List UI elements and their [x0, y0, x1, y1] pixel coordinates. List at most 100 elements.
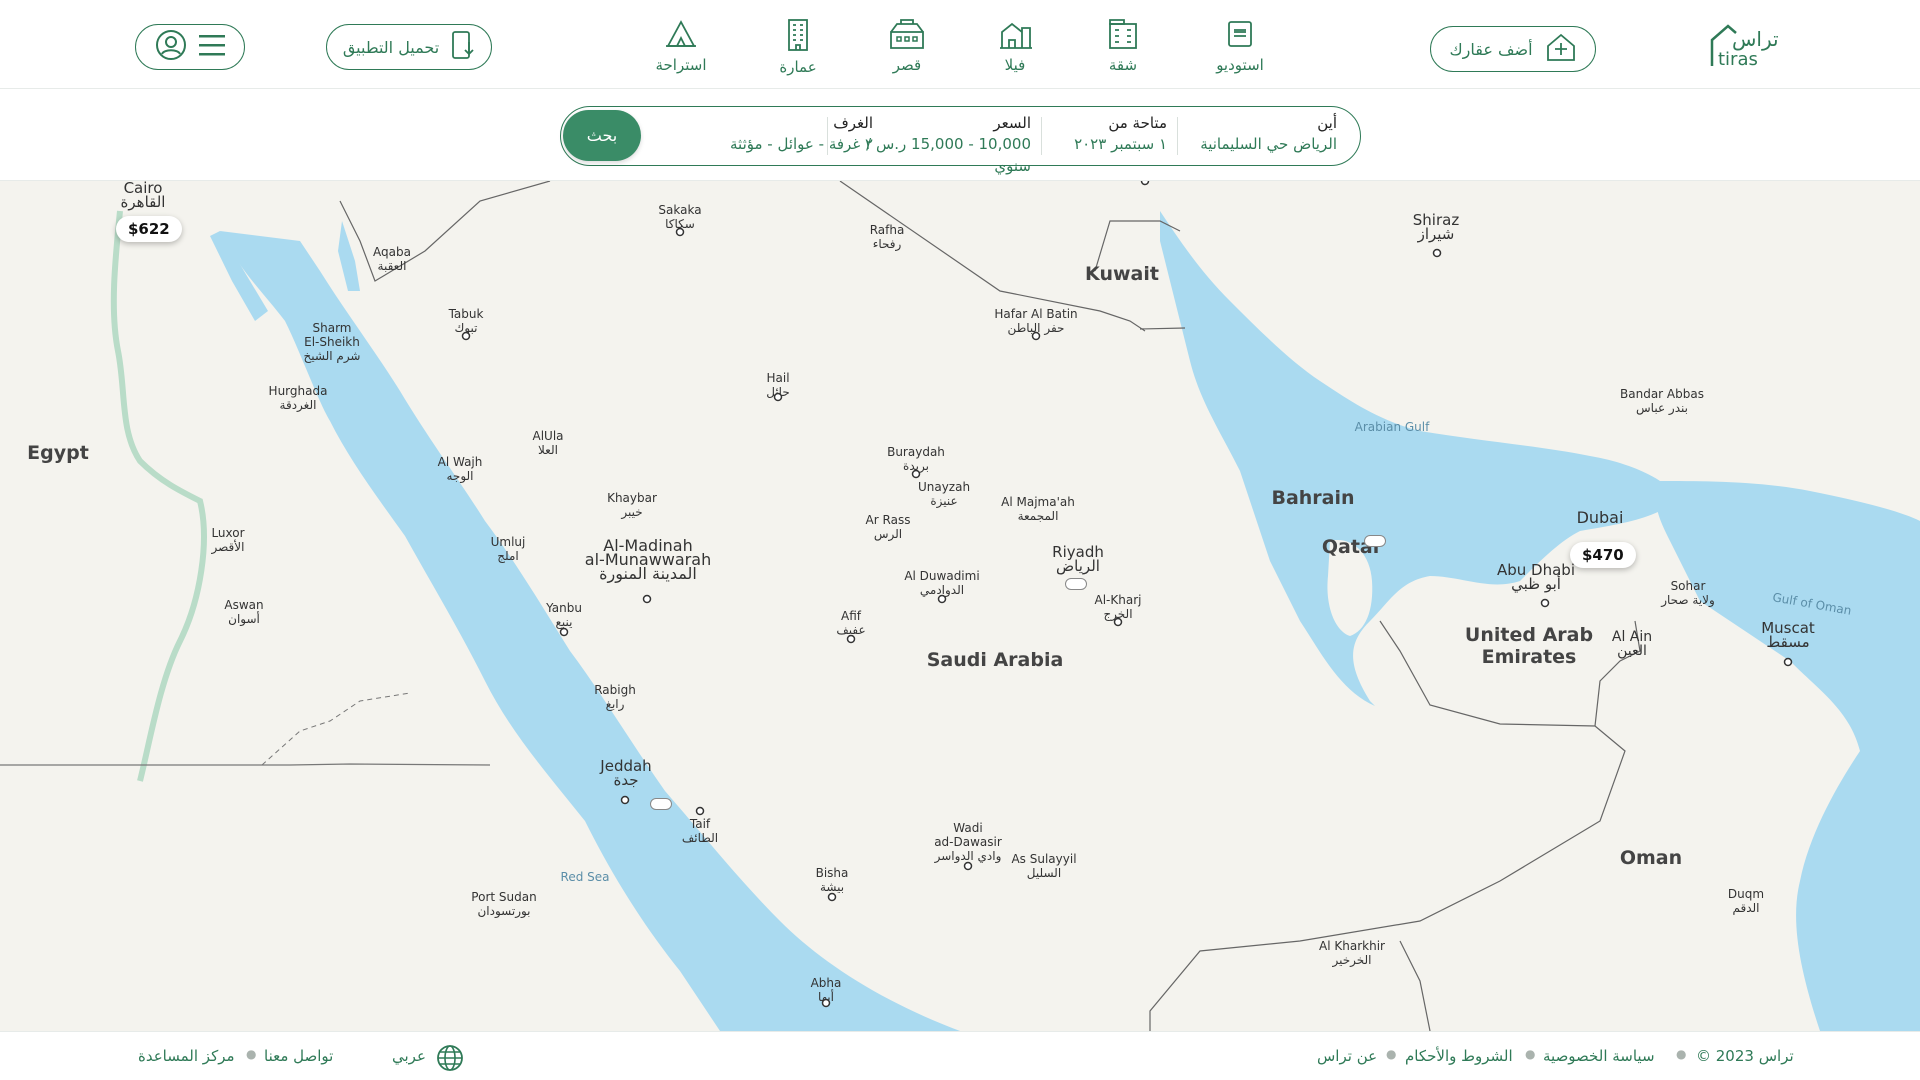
category-palace[interactable]: قصر: [862, 18, 952, 74]
map-label-riyadh: Riyadh الرياض: [1052, 543, 1104, 575]
map-label-jeddah: Jeddah جدة: [600, 757, 652, 789]
map-label-al-duwadimi: Al Duwadimi الدوادمي: [904, 569, 980, 597]
phone-download-icon: [451, 30, 475, 64]
category-label: استراحة: [655, 56, 707, 74]
footer-contact-link[interactable]: تواصل معنا: [264, 1047, 333, 1065]
footer-about-link[interactable]: عن تراس: [1317, 1047, 1377, 1065]
map-label-rabigh: Rabigh رابغ: [594, 683, 636, 711]
category-label: استوديو: [1216, 56, 1264, 74]
divider: [827, 117, 828, 155]
footer-privacy-link[interactable]: سياسة الخصوصية: [1543, 1047, 1655, 1065]
category-studio[interactable]: استوديو: [1195, 18, 1285, 74]
footer-separator: ●: [1386, 1047, 1397, 1061]
palace-icon: [862, 18, 952, 50]
map-label-al-wajh: Al Wajh الوجه: [437, 455, 483, 483]
map-label-bisha: Bisha بيشة: [815, 866, 849, 894]
map-label-oman: Oman: [1619, 847, 1683, 869]
map-label-bandar-abbas: Bandar Abbas بندر عباس: [1620, 387, 1704, 415]
map-label-abha: Abha أبها: [810, 976, 842, 1004]
map-label-ar-rass: Ar Rass الرس: [865, 513, 911, 541]
map-base: [0, 181, 1920, 1031]
search-button[interactable]: بحث: [563, 110, 641, 161]
map-label-sohar: Sohar ولاية صحار: [1661, 579, 1715, 607]
map-label-al-ain: Al Ain العين: [1611, 629, 1653, 659]
globe-icon[interactable]: [436, 1044, 464, 1076]
category-apartment[interactable]: شقة: [1078, 18, 1168, 74]
price-filter-value: 10,000 - 15,000 ر.س / سنوي: [866, 135, 1031, 175]
map-price-pin[interactable]: $622: [116, 216, 182, 242]
footer-help-center-link[interactable]: مركز المساعدة: [138, 1047, 235, 1065]
map-price-pin[interactable]: $470: [1570, 542, 1636, 568]
map-label-afif: Afif عفيف: [836, 609, 866, 637]
map-label-alula: AlUla العلا: [532, 429, 564, 457]
map-label-al-kharj: Al-Kharj الخرج: [1094, 593, 1142, 621]
map-label-umluj: Umluj املج: [490, 535, 526, 563]
footer-separator: ●: [1676, 1047, 1687, 1061]
divider: [1041, 117, 1042, 155]
price-filter-label: السعر: [993, 114, 1031, 132]
divider: [1177, 117, 1178, 155]
tiras-logo[interactable]: تراس tiras: [1708, 20, 1786, 70]
apartment-icon: [1078, 18, 1168, 50]
map-label-khaybar: Khaybar خيبر: [607, 491, 657, 519]
availability-filter-value: ١ سبتمبر ٢٠٢٣: [1074, 135, 1167, 153]
price-filter[interactable]: السعر 10,000 - 15,000 ر.س / سنوي: [837, 113, 1031, 175]
map-marker-pin[interactable]: [1065, 578, 1087, 590]
category-label: عمارة: [779, 58, 817, 76]
building-icon: [753, 18, 843, 52]
location-filter[interactable]: أين الرياض حي السليمانية: [1187, 113, 1337, 159]
footer-separator: ●: [246, 1047, 257, 1061]
footer-separator: ●: [1525, 1047, 1536, 1061]
map-label-arabian-gulf: Arabian Gulf: [1354, 420, 1430, 434]
search-bar: بحث الغرف ٢ غرفة - عوائل - مؤثثة السعر 1…: [560, 106, 1361, 175]
villa-icon: [970, 18, 1060, 50]
map-label-hafar-al-batin: Hafar Al Batin حفر الباطن: [994, 307, 1078, 335]
download-app-label: تحميل التطبيق: [342, 37, 440, 57]
availability-filter-label: متاحة من: [1108, 114, 1167, 132]
map-label-cairo: Cairo القاهرة: [120, 181, 166, 211]
category-villa[interactable]: فيلا: [970, 18, 1060, 74]
house-plus-icon: [1545, 32, 1577, 66]
download-app-button[interactable]: تحميل التطبيق: [326, 24, 492, 70]
map-label-buraydah: Buraydah بريدة: [887, 445, 945, 473]
map-label-hurghada: Hurghada الغردقة: [268, 384, 328, 412]
category-rest-house[interactable]: استراحة: [636, 18, 726, 74]
map-marker-pin[interactable]: [1364, 535, 1386, 547]
svg-text:tiras: tiras: [1718, 49, 1758, 70]
search-row: بحث الغرف ٢ غرفة - عوائل - مؤثثة السعر 1…: [0, 89, 1920, 181]
user-icon: [155, 29, 187, 65]
add-property-label: أضف عقارك: [1449, 39, 1533, 59]
map-label-uae: United Arab Emirates: [1464, 624, 1594, 668]
map-label-rafha: Rafha رفحاء: [869, 223, 905, 251]
map-label-shiraz: Shiraz شیراز: [1412, 211, 1460, 243]
add-property-button[interactable]: أضف عقارك: [1430, 26, 1596, 72]
map-label-al-majmaah: Al Majma'ah المجمعة: [1001, 495, 1075, 523]
map-label-duqm: Duqm الدقم: [1727, 887, 1765, 915]
location-filter-label: أين: [1317, 114, 1337, 132]
category-label: قصر: [892, 56, 922, 74]
map-marker-pin[interactable]: [650, 798, 672, 810]
map-label-luxor: Luxor الأقصر: [211, 526, 245, 554]
map-label-aqaba: Aqaba العقبة: [373, 245, 411, 273]
hamburger-icon: [199, 34, 225, 60]
map-label-abu-dhabi: Abu Dhabi أبو ظبي: [1497, 561, 1575, 593]
map-label-sakaka: Sakaka سكاكا: [658, 203, 702, 231]
map-label-sharm-el-sheikh: Sharm El-Sheikh شرم الشيخ: [303, 321, 361, 363]
map-label-unayzah: Unayzah عنيزة: [917, 480, 971, 508]
studio-icon: [1195, 18, 1285, 50]
map-label-hail: Hail حائل: [766, 371, 790, 399]
map-label-tabuk: Tabuk تبوك: [448, 307, 484, 335]
map-label-taif: Taif الطائف: [681, 817, 719, 845]
footer-copyright: © 2023 تراس: [1696, 1047, 1794, 1065]
footer-terms-link[interactable]: الشروط والأحكام: [1405, 1047, 1513, 1065]
availability-filter[interactable]: متاحة من ١ سبتمبر ٢٠٢٣: [1051, 113, 1167, 159]
map-label-red-sea: Red Sea: [560, 870, 610, 884]
account-menu-button[interactable]: [135, 24, 245, 70]
language-label[interactable]: عربي: [392, 1047, 426, 1065]
top-nav: تحميل التطبيق استراحة عمارة قصر فيلا شقة: [0, 0, 1920, 89]
category-building[interactable]: عمارة: [753, 18, 843, 76]
map-label-al-kharkhir: Al Kharkhir الخرخير: [1319, 939, 1385, 967]
location-filter-value: الرياض حي السليمانية: [1200, 135, 1337, 153]
map-label-dubai: Dubai: [1576, 508, 1624, 527]
map-view[interactable]: Egypt Saudi Arabia Kuwait Bahrain Qatar …: [0, 181, 1920, 1031]
